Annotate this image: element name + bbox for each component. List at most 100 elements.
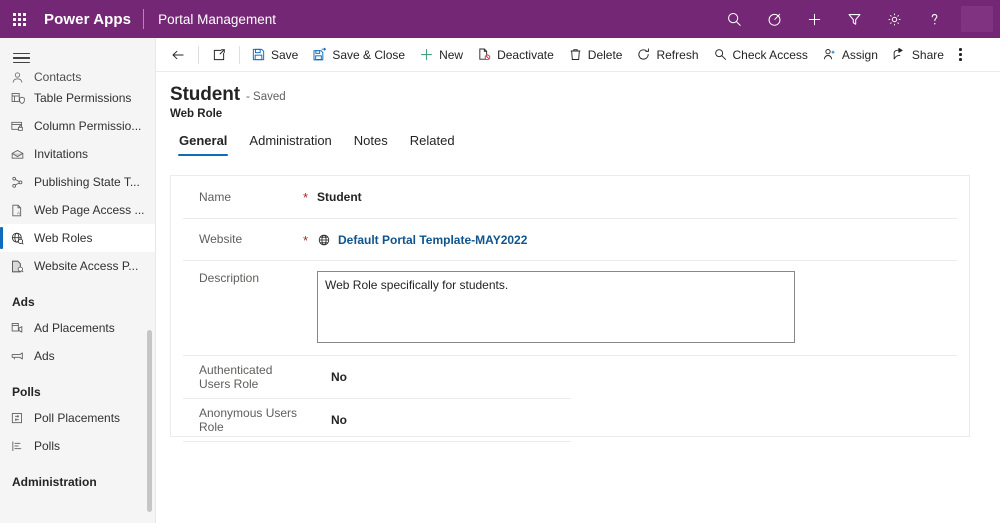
auth-required-indicator: [303, 377, 317, 378]
command-divider: [239, 46, 240, 64]
filter-icon[interactable]: [834, 0, 874, 38]
save-and-close-button[interactable]: Save & Close: [305, 39, 412, 71]
sidebar-item-label: Website Access P...: [32, 259, 138, 273]
sidebar-item-publishing-state-transitions[interactable]: Publishing State T...: [0, 168, 155, 196]
deactivate-label: Deactivate: [497, 48, 554, 62]
deactivate-button[interactable]: Deactivate: [470, 39, 561, 71]
anon-required-indicator: [303, 420, 317, 421]
sidebar-item-website-access-permissions[interactable]: Website Access P...: [0, 252, 155, 280]
table-permissions-icon: [10, 91, 32, 106]
avatar-placeholder: [961, 6, 993, 32]
key-icon: [713, 47, 728, 62]
poll-placements-icon: [10, 411, 32, 426]
sidebar-item-ads[interactable]: Ads: [0, 342, 155, 370]
tab-related[interactable]: Related: [399, 133, 466, 156]
overflow-dots-icon: [959, 48, 962, 61]
name-field-value[interactable]: Student: [317, 190, 362, 204]
website-field-value-link[interactable]: Default Portal Template-MAY2022: [338, 233, 527, 247]
tab-administration[interactable]: Administration: [238, 133, 342, 156]
sidebar-item-contacts[interactable]: Contacts: [0, 70, 155, 84]
sidebar-item-label: Publishing State T...: [32, 175, 140, 189]
sidebar-item-web-roles[interactable]: Web Roles: [0, 224, 155, 252]
app-name-label[interactable]: Portal Management: [145, 12, 276, 27]
sidebar-item-ad-placements[interactable]: Ad Placements: [0, 314, 155, 342]
refresh-label: Refresh: [656, 48, 698, 62]
delete-label: Delete: [588, 48, 623, 62]
sidebar-group-polls: Polls: [0, 370, 155, 404]
deactivate-icon: [477, 47, 492, 62]
question-icon[interactable]: [914, 0, 954, 38]
assign-user-icon: [822, 47, 837, 62]
ad-placements-icon: [10, 321, 32, 336]
authenticated-users-role-label: Authenticated Users Role: [171, 363, 303, 391]
row-divider: [183, 441, 571, 442]
check-access-button[interactable]: Check Access: [706, 39, 815, 71]
refresh-button[interactable]: Refresh: [629, 39, 705, 71]
search-icon[interactable]: [714, 0, 754, 38]
sidebar-scrollbar-thumb[interactable]: [147, 330, 152, 512]
anonymous-users-role-value[interactable]: No: [317, 413, 347, 427]
page-title: Student: [170, 84, 240, 106]
sidebar-item-label: Table Permissions: [32, 91, 131, 105]
sidebar-item-poll-placements[interactable]: Poll Placements: [0, 404, 155, 432]
sidebar-item-web-page-access-control-rules[interactable]: A Web Page Access ...: [0, 196, 155, 224]
field-row-description: Description: [171, 261, 969, 355]
gear-icon[interactable]: [874, 0, 914, 38]
sidebar-item-label: Web Page Access ...: [32, 203, 145, 217]
name-required-indicator: *: [303, 190, 317, 204]
sidebar-item-invitations[interactable]: Invitations: [0, 140, 155, 168]
entity-name-label: Web Role: [170, 108, 1000, 120]
save-button[interactable]: Save: [244, 39, 305, 71]
save-status-label: - Saved: [246, 91, 286, 103]
authenticated-users-role-value[interactable]: No: [317, 370, 347, 384]
sidebar-item-label: Polls: [32, 439, 60, 453]
sidebar-item-label: Ads: [32, 349, 55, 363]
top-brand-bar: Power Apps Portal Management: [0, 0, 1000, 38]
more-commands-button[interactable]: [951, 39, 970, 71]
description-required-indicator: [303, 271, 317, 272]
brand-title[interactable]: Power Apps: [38, 11, 142, 28]
sidebar-item-table-permissions[interactable]: Table Permissions: [0, 84, 155, 112]
sidebar-item-polls[interactable]: Polls: [0, 432, 155, 460]
ads-icon: [10, 349, 32, 364]
description-textarea[interactable]: [317, 271, 795, 343]
web-page-access-icon: A: [10, 203, 32, 218]
command-divider: [198, 46, 199, 64]
back-button[interactable]: [162, 39, 194, 71]
open-new-window-button[interactable]: [203, 39, 235, 71]
share-button[interactable]: Share: [885, 39, 951, 71]
sidebar: Contacts Table Permissions: [0, 38, 156, 523]
publishing-state-icon: [10, 175, 32, 190]
website-field-label: Website: [171, 232, 303, 247]
contacts-icon: [10, 70, 32, 84]
sidebar-scroll-region[interactable]: Contacts Table Permissions: [0, 70, 155, 517]
plus-icon[interactable]: [794, 0, 834, 38]
delete-button[interactable]: Delete: [561, 39, 630, 71]
target-icon[interactable]: [754, 0, 794, 38]
avatar[interactable]: [954, 0, 1000, 38]
sidebar-item-label: Invitations: [32, 147, 88, 161]
waffle-grid: [13, 13, 26, 26]
form-tabs: General Administration Notes Related: [156, 120, 1000, 156]
globe-icon: [317, 233, 331, 247]
new-button[interactable]: New: [412, 39, 470, 71]
field-row-anonymous-users-role: Anonymous Users Role No: [171, 399, 969, 441]
description-field-label: Description: [171, 271, 303, 286]
sidebar-item-column-permissions[interactable]: Column Permissio...: [0, 112, 155, 140]
anonymous-users-role-label: Anonymous Users Role: [171, 406, 303, 434]
sidebar-group-ads: Ads: [0, 280, 155, 314]
assign-button[interactable]: Assign: [815, 39, 885, 71]
topbar-actions: [714, 0, 1000, 38]
record-header: Student - Saved Web Role: [156, 72, 1000, 120]
record-title-line: Student - Saved: [170, 84, 1000, 106]
field-row-name: Name * Student: [171, 176, 969, 218]
name-field-label: Name: [171, 190, 303, 205]
tab-general[interactable]: General: [168, 133, 238, 156]
save-icon: [251, 47, 266, 62]
app-root: Power Apps Portal Management: [0, 0, 1000, 523]
tab-notes[interactable]: Notes: [343, 133, 399, 156]
sidebar-group-administration: Administration: [0, 460, 155, 494]
brand-divider: [143, 9, 144, 29]
record-form-area: Student - Saved Web Role General Adminis…: [156, 72, 1000, 523]
app-launcher-waffle-icon[interactable]: [0, 0, 38, 38]
